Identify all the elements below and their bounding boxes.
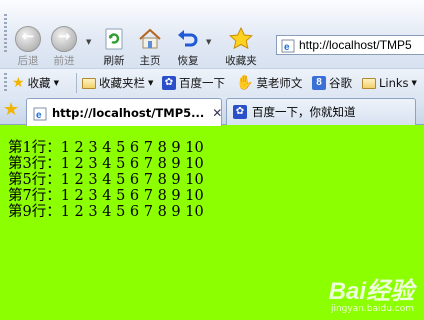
hand-icon: ✋ [236,75,254,91]
star-icon: ★ [12,75,25,91]
tab-title: 百度一下，你就知道 [252,105,356,119]
favorites-center-star-icon[interactable]: ★ [3,100,23,120]
restore-label: 恢复 [177,55,199,67]
baidu-paw-icon: ✿ [233,105,247,119]
refresh-button[interactable]: 刷新 [96,4,132,67]
favorites-menu-button[interactable]: ★ 收藏 ▼ [12,74,59,92]
back-arrow-icon: ← [15,26,41,52]
fav-item-baidu[interactable]: ✿ 百度一下 [162,74,225,92]
ie-page-icon: e [33,106,47,121]
forward-button[interactable]: → 前进 [46,4,82,67]
ie-page-icon: e [281,38,295,53]
forward-label: 前进 [53,55,75,67]
favorites-bar: ★ 收藏 ▼ 收藏夹栏 ▼ ✿ 百度一下 ✋ 莫老师文 8 谷歌 Links ▼ [0,68,424,96]
tab-localhost[interactable]: e http://localhost/TMP5... ✕ [26,98,222,126]
history-dropdown-icon[interactable]: ▼ [86,38,91,46]
back-label: 后退 [17,55,39,67]
fav-item-label: Links [379,76,409,90]
favbar-divider [76,73,77,93]
folder-icon [362,77,376,89]
watermark-url: jingyan.baidu.com [330,304,414,314]
tab-bar: ★ e http://localhost/TMP5... ✕ ✿ 百度一下，你就… [0,96,424,126]
row-list: 第1行：1 2 3 4 5 6 7 8 9 10 第3行：1 2 3 4 5 6… [8,140,204,220]
close-icon[interactable]: ✕ [212,106,222,120]
address-url: http://localhost/TMP5 [299,38,412,52]
home-button[interactable]: 主页 [132,4,168,67]
svg-text:e: e [284,42,290,53]
list-item: 第7行：1 2 3 4 5 6 7 8 9 10 [8,188,204,204]
refresh-icon [101,26,127,52]
tab-title: http://localhost/TMP5... [52,105,205,120]
list-item: 第3行：1 2 3 4 5 6 7 8 9 10 [8,156,204,172]
back-button[interactable]: ← 后退 [10,4,46,67]
baidu-paw-icon: ✿ [162,76,176,90]
list-item: 第1行：1 2 3 4 5 6 7 8 9 10 [8,140,204,156]
list-item: 第9行：1 2 3 4 5 6 7 8 9 10 [8,204,204,220]
favbar-grip[interactable] [4,73,7,93]
restore-button[interactable]: 恢复 [170,4,206,67]
watermark-brand: Bai经验 [328,278,414,305]
fav-item-teacher[interactable]: ✋ 莫老师文 [236,74,302,92]
home-icon [137,26,163,52]
baidu-jingyan-watermark: Bai经验 jingyan.baidu.com [329,271,414,314]
favorites-button[interactable]: 收藏夹 [220,4,262,67]
fav-item-label: 收藏夹栏 [99,76,145,90]
fav-item-label: 百度一下 [179,76,225,90]
restore-dropdown-icon[interactable]: ▼ [206,38,211,46]
chevron-down-icon: ▼ [53,79,59,87]
folder-icon [82,77,96,89]
chevron-down-icon: ▼ [148,79,154,87]
favorites-menu-label: 收藏 [27,76,51,90]
fav-item-links[interactable]: Links ▼ [362,74,417,92]
svg-text:e: e [36,110,42,121]
star-icon [228,26,254,52]
refresh-label: 刷新 [103,55,125,67]
favorites-label: 收藏夹 [225,55,257,67]
fav-item-google[interactable]: 8 谷歌 [312,74,352,92]
forward-arrow-icon: → [51,26,77,52]
chevron-down-icon: ▼ [411,79,417,87]
fav-item-favorites-bar[interactable]: 收藏夹栏 ▼ [82,74,153,92]
home-label: 主页 [139,55,161,67]
fav-item-label: 莫老师文 [256,76,303,90]
browser-toolbar: ← 后退 → 前进 ▼ 刷新 主页 恢复 ▼ 收藏夹 e http://loca… [0,0,424,68]
toolbar-grip[interactable] [4,14,7,54]
undo-arrow-icon [175,26,201,52]
list-item: 第5行：1 2 3 4 5 6 7 8 9 10 [8,172,204,188]
google-icon: 8 [312,76,326,90]
fav-item-label: 谷歌 [329,76,352,90]
tab-baidu[interactable]: ✿ 百度一下，你就知道 [226,98,416,125]
address-bar[interactable]: e http://localhost/TMP5 [276,35,424,55]
page-content: 第1行：1 2 3 4 5 6 7 8 9 10 第3行：1 2 3 4 5 6… [0,126,424,320]
